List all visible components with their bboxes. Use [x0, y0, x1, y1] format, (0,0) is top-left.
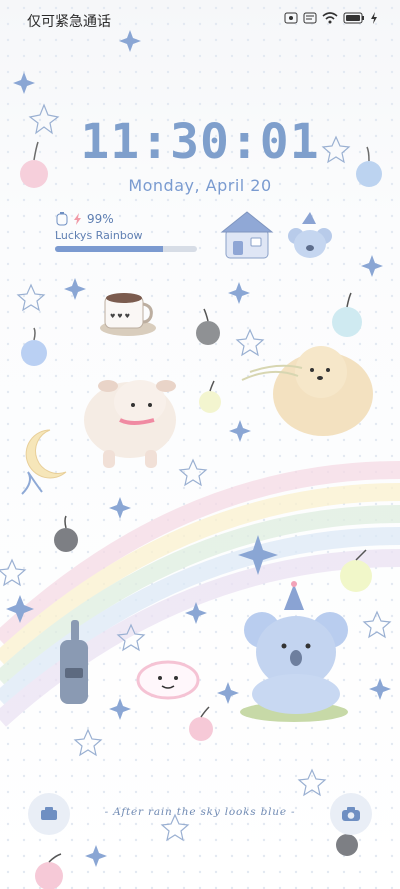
svg-text:♥ ♥ ♥: ♥ ♥ ♥	[110, 313, 130, 320]
charging-icon	[371, 12, 377, 24]
left-shortcut-button[interactable]	[28, 793, 70, 835]
battery-level-bar	[55, 246, 197, 252]
cloud-sticker	[136, 660, 200, 700]
camera-shortcut-button[interactable]	[330, 793, 372, 835]
message-icon	[303, 12, 317, 24]
status-bar: 仅可紧急通话	[0, 0, 400, 40]
camera-lens-icon	[41, 807, 57, 820]
battery-icon	[343, 12, 364, 24]
camera-icon	[342, 807, 360, 821]
wifi-icon	[322, 12, 338, 24]
lockscreen-date: Monday, April 20	[128, 176, 272, 195]
carrier-text: 仅可紧急通话	[27, 14, 111, 30]
charging-bolt-icon	[74, 213, 81, 225]
lockscreen-clock: 11:30:01	[80, 114, 320, 170]
battery-widget: 99% Luckys Rainbow	[55, 212, 201, 252]
status-icons	[284, 12, 378, 24]
battery-round-icon	[56, 212, 68, 226]
battery-label: Luckys Rainbow	[55, 229, 143, 242]
battery-level-fill	[55, 246, 163, 252]
battery-row: 99%	[55, 212, 201, 226]
nfc-icon	[284, 12, 298, 24]
battery-percent: 99%	[87, 212, 114, 226]
